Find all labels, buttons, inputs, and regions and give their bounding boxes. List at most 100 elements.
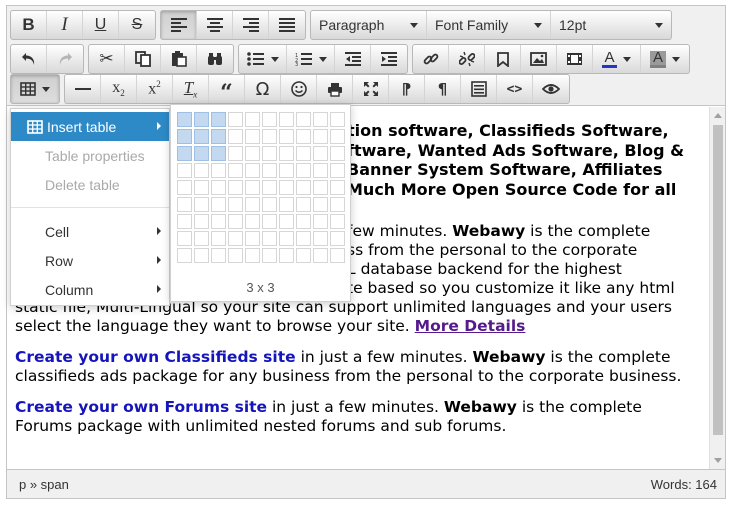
table-grid-cell[interactable]: [245, 163, 260, 178]
numbered-list-button[interactable]: 123: [287, 45, 335, 73]
classifieds-link[interactable]: Create your own Classifieds site: [15, 348, 296, 366]
text-color-button[interactable]: A: [593, 45, 641, 73]
table-grid-cell[interactable]: [245, 146, 260, 161]
menu-item-insert-table[interactable]: Insert table: [11, 112, 169, 141]
scroll-up-arrow-icon[interactable]: [714, 113, 722, 118]
table-grid-cell[interactable]: [296, 231, 311, 246]
table-grid-cell[interactable]: [211, 197, 226, 212]
table-grid-cell[interactable]: [296, 112, 311, 127]
table-grid-cell[interactable]: [313, 214, 328, 229]
table-grid-cell[interactable]: [228, 163, 243, 178]
table-grid-cell[interactable]: [211, 129, 226, 144]
table-grid-cell[interactable]: [313, 197, 328, 212]
table-grid-cell[interactable]: [279, 146, 294, 161]
table-grid-cell[interactable]: [211, 214, 226, 229]
table-grid-cell[interactable]: [296, 146, 311, 161]
table-grid-cell[interactable]: [296, 214, 311, 229]
scrollbar-thumb[interactable]: [713, 125, 723, 435]
table-grid-cell[interactable]: [296, 163, 311, 178]
table-grid-cell[interactable]: [245, 214, 260, 229]
menu-item-column[interactable]: Column: [11, 275, 169, 304]
table-grid-cell[interactable]: [296, 248, 311, 263]
table-grid-cell[interactable]: [262, 129, 277, 144]
table-grid-cell[interactable]: [228, 112, 243, 127]
strikethrough-button[interactable]: S: [119, 11, 155, 39]
table-grid-cell[interactable]: [262, 146, 277, 161]
font-family-select[interactable]: Font Family: [427, 11, 551, 39]
table-grid-cell[interactable]: [177, 112, 192, 127]
table-grid-cell[interactable]: [313, 248, 328, 263]
emoticons-button[interactable]: [281, 75, 317, 103]
find-replace-button[interactable]: [197, 45, 233, 73]
table-grid-cell[interactable]: [330, 197, 345, 212]
table-grid-cell[interactable]: [330, 129, 345, 144]
table-grid-cell[interactable]: [245, 180, 260, 195]
table-grid-cell[interactable]: [262, 180, 277, 195]
table-grid-cell[interactable]: [211, 180, 226, 195]
preview-button[interactable]: [533, 75, 569, 103]
media-button[interactable]: [557, 45, 593, 73]
scroll-down-arrow-icon[interactable]: [714, 458, 722, 463]
template-button[interactable]: [461, 75, 497, 103]
subscript-button[interactable]: x2: [101, 75, 137, 103]
table-grid-cell[interactable]: [313, 163, 328, 178]
table-button[interactable]: [11, 75, 59, 103]
table-grid-cell[interactable]: [262, 248, 277, 263]
element-path[interactable]: p » span: [19, 477, 69, 492]
italic-button[interactable]: I: [47, 11, 83, 39]
bold-button[interactable]: B: [11, 11, 47, 39]
align-center-button[interactable]: [197, 11, 233, 39]
table-grid-cell[interactable]: [245, 129, 260, 144]
link-button[interactable]: [413, 45, 449, 73]
table-grid-cell[interactable]: [228, 146, 243, 161]
table-grid-cell[interactable]: [177, 231, 192, 246]
blockquote-button[interactable]: “: [209, 75, 245, 104]
table-grid-cell[interactable]: [211, 112, 226, 127]
table-grid-cell[interactable]: [177, 146, 192, 161]
table-grid-cell[interactable]: [296, 180, 311, 195]
table-grid-cell[interactable]: [296, 129, 311, 144]
table-grid-cell[interactable]: [279, 163, 294, 178]
table-grid-cell[interactable]: [245, 231, 260, 246]
table-grid-cell[interactable]: [330, 146, 345, 161]
menu-item-cell[interactable]: Cell: [11, 217, 169, 246]
table-grid-cell[interactable]: [177, 214, 192, 229]
anchor-button[interactable]: [485, 45, 521, 73]
paste-button[interactable]: [161, 45, 197, 73]
table-grid-cell[interactable]: [211, 248, 226, 263]
more-details-link[interactable]: More Details: [415, 317, 526, 335]
table-grid-cell[interactable]: [228, 197, 243, 212]
table-grid-cell[interactable]: [194, 180, 209, 195]
source-code-button[interactable]: <>: [497, 75, 533, 103]
fullscreen-button[interactable]: [353, 75, 389, 103]
underline-button[interactable]: U: [83, 11, 119, 39]
table-grid-cell[interactable]: [313, 231, 328, 246]
unlink-button[interactable]: [449, 45, 485, 73]
bullet-list-button[interactable]: [239, 45, 287, 73]
table-grid-cell[interactable]: [279, 129, 294, 144]
table-grid-cell[interactable]: [262, 231, 277, 246]
table-grid-cell[interactable]: [279, 214, 294, 229]
table-grid-cell[interactable]: [194, 214, 209, 229]
superscript-button[interactable]: x2: [137, 75, 173, 103]
content-scrollbar[interactable]: [709, 107, 725, 469]
table-grid-cell[interactable]: [211, 231, 226, 246]
redo-button[interactable]: [47, 45, 83, 73]
table-grid-cell[interactable]: [313, 180, 328, 195]
clear-formatting-button[interactable]: Tx: [173, 75, 209, 103]
align-justify-button[interactable]: [269, 11, 305, 39]
table-grid-cell[interactable]: [262, 197, 277, 212]
table-grid-cell[interactable]: [279, 197, 294, 212]
forums-link[interactable]: Create your own Forums site: [15, 398, 267, 416]
table-grid-cell[interactable]: [194, 163, 209, 178]
table-grid-cell[interactable]: [228, 214, 243, 229]
indent-button[interactable]: [371, 45, 407, 73]
show-blocks-button[interactable]: ¶: [425, 75, 461, 103]
table-grid-cell[interactable]: [211, 146, 226, 161]
table-grid-cell[interactable]: [262, 214, 277, 229]
table-grid-cell[interactable]: [194, 197, 209, 212]
table-grid-cell[interactable]: [330, 180, 345, 195]
table-grid-cell[interactable]: [279, 180, 294, 195]
table-grid-cell[interactable]: [296, 197, 311, 212]
table-grid-cell[interactable]: [177, 180, 192, 195]
